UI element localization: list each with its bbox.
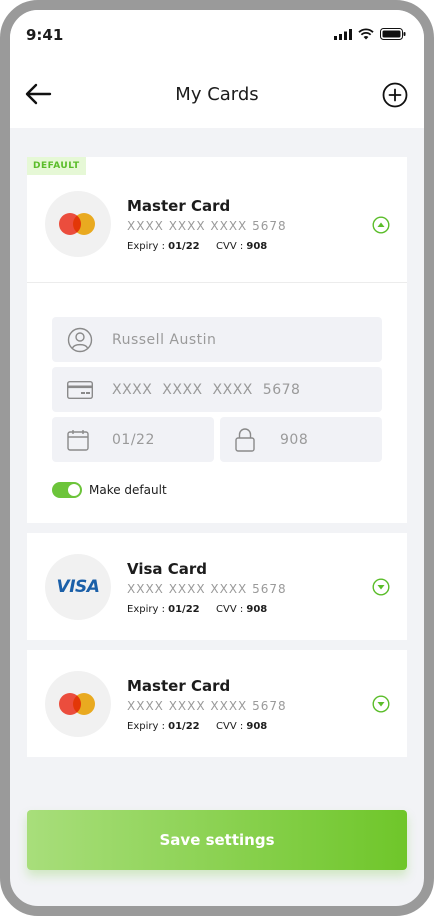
lock-icon	[235, 427, 255, 452]
add-card-icon[interactable]	[382, 82, 408, 108]
signal-icon	[334, 28, 352, 40]
expand-chevron-down-icon[interactable]	[372, 578, 390, 596]
card-name: Master Card	[127, 197, 231, 215]
card-expiry: Expiry : 01/22	[127, 241, 200, 252]
status-bar: 9:41	[10, 10, 424, 60]
card-cvv: CVV : 908	[216, 721, 268, 732]
cvv-input[interactable]	[280, 417, 372, 462]
wifi-icon	[358, 28, 374, 40]
card-number-input[interactable]	[112, 367, 372, 412]
mastercard-logo	[45, 671, 111, 737]
cardholder-name-input[interactable]	[112, 317, 372, 362]
card-cvv: CVV : 908	[216, 604, 268, 615]
expand-chevron-down-icon[interactable]	[372, 695, 390, 713]
calendar-icon	[67, 429, 89, 451]
expiry-input[interactable]	[112, 417, 204, 462]
app-header: My Cards	[10, 60, 424, 128]
card-expiry: Expiry : 01/22	[127, 604, 200, 615]
collapse-chevron-up-icon[interactable]	[372, 216, 390, 234]
card-number: XXXX XXXX XXXX 5678	[127, 699, 287, 713]
user-icon	[67, 327, 93, 352]
battery-icon	[380, 28, 406, 40]
mastercard-logo	[45, 191, 111, 257]
card-item-mastercard-default: DEFAULT Master Card XXXX XXXX XXXX 5678 …	[27, 157, 407, 523]
card-cvv: CVV : 908	[216, 241, 268, 252]
expiry-field	[52, 417, 214, 462]
save-settings-button[interactable]: Save settings	[27, 810, 407, 870]
card-number: XXXX XXXX XXXX 5678	[127, 219, 287, 233]
divider	[27, 282, 407, 283]
card-number-field	[52, 367, 382, 412]
cardholder-name-field	[52, 317, 382, 362]
make-default-toggle[interactable]	[52, 482, 82, 498]
credit-card-icon	[67, 380, 93, 399]
status-icons	[334, 28, 406, 40]
card-number: XXXX XXXX XXXX 5678	[127, 582, 287, 596]
card-name: Master Card	[127, 677, 231, 695]
card-item-visa[interactable]: VISA Visa Card XXXX XXXX XXXX 5678 Expir…	[27, 533, 407, 640]
make-default-label: Make default	[89, 483, 167, 497]
page-title: My Cards	[175, 84, 259, 105]
card-name: Visa Card	[127, 560, 208, 578]
phone-frame: 9:41 My Cards DEFAULT Master Card XXXX X…	[0, 0, 434, 916]
default-badge: DEFAULT	[27, 157, 86, 175]
cvv-field	[220, 417, 382, 462]
visa-logo: VISA	[45, 554, 111, 620]
status-time: 9:41	[26, 26, 64, 44]
card-item-mastercard[interactable]: Master Card XXXX XXXX XXXX 5678 Expiry :…	[27, 650, 407, 757]
card-expiry: Expiry : 01/22	[127, 721, 200, 732]
